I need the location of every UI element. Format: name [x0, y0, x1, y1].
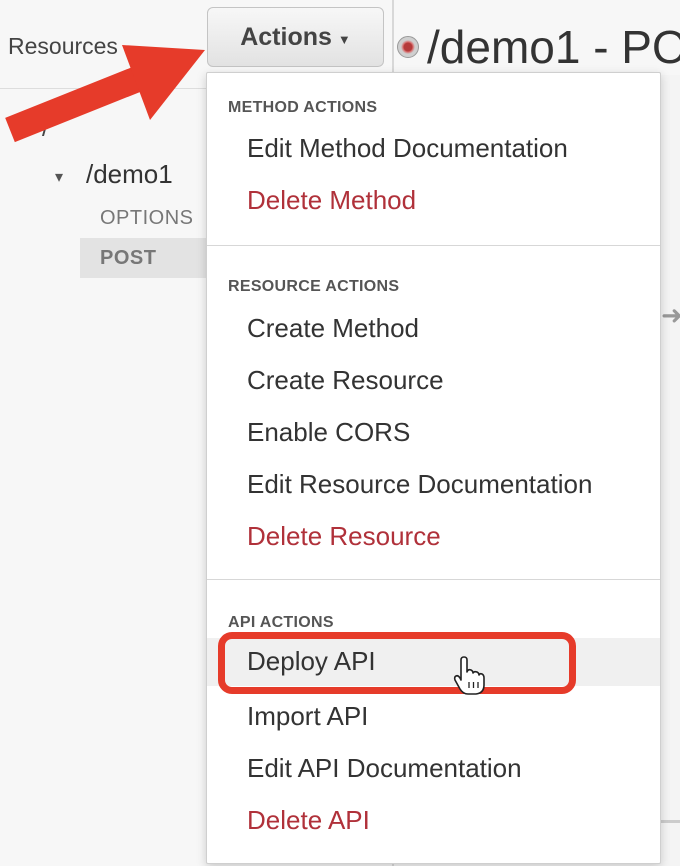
menu-item-label: Import API — [247, 701, 369, 731]
menu-item-label: Create Method — [247, 313, 419, 343]
menu-divider — [207, 579, 660, 580]
menu-item-label: Delete Method — [247, 185, 417, 215]
section-header-method-actions: METHOD ACTIONS — [228, 99, 378, 116]
menu-item-label: Delete Resource — [247, 521, 441, 551]
menu-item-label: Delete API — [247, 805, 370, 835]
actions-button-label: Actions — [240, 22, 332, 51]
method-status-icon — [397, 36, 419, 58]
page-title: /demo1 - PO — [427, 21, 680, 73]
section-header-resource-actions: RESOURCE ACTIONS — [228, 278, 400, 295]
actions-dropdown-button[interactable]: Actions ▼ — [207, 7, 384, 67]
menu-item-create-resource[interactable]: Create Resource — [207, 357, 660, 405]
actions-menu: METHOD ACTIONS Edit Method Documentation… — [206, 72, 661, 864]
menu-item-label: Enable CORS — [247, 417, 411, 447]
tree-method-post-label: POST — [100, 247, 157, 269]
menu-item-create-method[interactable]: Create Method — [207, 305, 660, 353]
demo1-expand-caret-icon[interactable]: ▾ — [55, 167, 63, 187]
menu-divider — [207, 245, 660, 246]
annotation-highlight-box — [218, 632, 576, 694]
annotation-arrow-icon — [5, 45, 205, 143]
hand-cursor-icon — [453, 656, 485, 695]
menu-item-label: Edit Method Documentation — [247, 133, 568, 163]
menu-item-label: Edit Resource Documentation — [247, 469, 593, 499]
menu-item-delete-resource[interactable]: Delete Resource — [207, 513, 660, 561]
menu-item-edit-api-documentation[interactable]: Edit API Documentation — [207, 745, 660, 793]
menu-item-delete-method[interactable]: Delete Method — [207, 177, 660, 225]
menu-item-edit-resource-documentation[interactable]: Edit Resource Documentation — [207, 461, 660, 509]
menu-item-import-api[interactable]: Import API — [207, 693, 660, 741]
flow-arrow-icon: ➜ — [661, 300, 680, 330]
tree-method-post-selected[interactable]: POST — [80, 238, 220, 278]
menu-item-delete-api[interactable]: Delete API — [207, 797, 660, 845]
tree-resource-demo1[interactable]: /demo1 — [86, 159, 173, 190]
menu-item-enable-cors[interactable]: Enable CORS — [207, 409, 660, 457]
section-header-api-actions: API ACTIONS — [228, 614, 334, 631]
menu-item-label: Edit API Documentation — [247, 753, 522, 783]
chevron-down-icon: ▼ — [337, 31, 351, 47]
tree-method-options[interactable]: OPTIONS — [100, 207, 194, 230]
menu-item-label: Create Resource — [247, 365, 444, 395]
content-divider — [660, 820, 680, 823]
menu-item-edit-method-documentation[interactable]: Edit Method Documentation — [207, 125, 660, 173]
